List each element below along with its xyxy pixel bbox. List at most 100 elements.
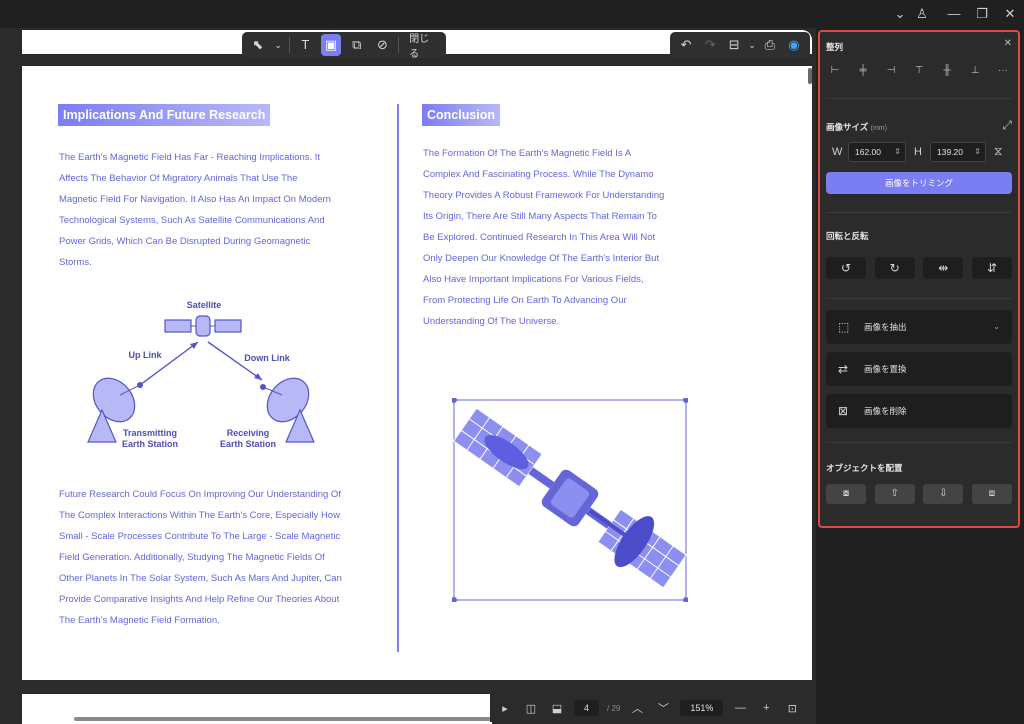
rotate-right-icon[interactable]: ↻ [874, 257, 915, 279]
extract-image-button[interactable]: ⬚ 画像を抽出 ⌄ [826, 310, 1012, 344]
width-input[interactable]: 162.00 ⇕ [848, 142, 906, 162]
expand-icon[interactable]: ⤢ [1002, 118, 1012, 133]
send-backward-icon[interactable]: ⇩ [923, 484, 964, 504]
action-toolbar: ↶ ↷ ⊟ ⌄ ⎙ ◉ [670, 32, 810, 58]
redo-icon[interactable]: ↷ [700, 34, 720, 56]
link-tool-icon[interactable]: ⊘ [373, 34, 393, 56]
edit-toolbar: ⬉ ⌄ T ▣ ⧉ ⊘ 閉じる [242, 30, 446, 60]
text-tool-icon[interactable]: T [296, 34, 316, 56]
prev-page-icon[interactable]: ︿ [628, 700, 646, 716]
text-line: Future Research Could Focus On Improving… [59, 489, 341, 500]
image-size-label: 画像サイズ [826, 122, 869, 132]
arrange-buttons: ⧇ ⇧ ⇩ ⧈ [826, 484, 1012, 504]
bring-forward-icon[interactable]: ⇧ [874, 484, 915, 504]
right-paragraph: The Formation Of The Earth's Magnetic Fi… [423, 143, 664, 332]
toolbar-divider [398, 37, 400, 53]
zoom-level[interactable]: 151% [680, 700, 724, 716]
uplink-label: Up Link [128, 350, 162, 360]
align-middle-icon[interactable]: ╫ [938, 65, 956, 81]
trim-image-button[interactable]: 画像をトリミング [826, 172, 1012, 194]
print-icon[interactable]: ⎙ [760, 34, 780, 56]
text-line: Its Origin, There Are Still Many Aspects… [423, 211, 657, 222]
downlink-label: Down Link [244, 353, 290, 363]
send-to-back-icon[interactable]: ⧈ [971, 484, 1012, 504]
height-stepper-icon[interactable]: ⇕ [974, 143, 981, 161]
ai-assistant-icon[interactable]: ◉ [784, 34, 804, 56]
align-right-icon[interactable]: ⊣ [882, 65, 900, 81]
replace-image-button[interactable]: ⇄ 画像を置換 [826, 352, 1012, 386]
rotate-title: 回転と反転 [826, 231, 869, 241]
close-panel-icon[interactable]: ✕ [1004, 38, 1012, 49]
width-label: W [832, 146, 843, 158]
fit-page-icon[interactable]: ⊡ [783, 702, 801, 715]
zoom-out-icon[interactable]: — [731, 702, 749, 714]
image-tool-icon[interactable]: ▣ [321, 34, 341, 56]
toolbar-divider [288, 37, 290, 53]
delete-image-button[interactable]: ⊠ 画像を削除 [826, 394, 1012, 428]
select-tool-icon[interactable]: ⬉ [248, 34, 268, 56]
flip-vertical-icon[interactable]: ⇵ [971, 257, 1012, 279]
play-icon[interactable]: ▸ [496, 702, 514, 715]
horizontal-scrollbar[interactable] [74, 717, 514, 721]
width-stepper-icon[interactable]: ⇕ [894, 143, 901, 161]
replace-image-label: 画像を置換 [864, 364, 907, 374]
align-left-icon[interactable]: ⊢ [826, 65, 844, 81]
left-paragraph-1: The Earth's Magnetic Field Has Far - Rea… [59, 147, 331, 273]
status-bar: ▸ ◫ ⬓ 4 / 29 ︿ ﹀ 151% — + ⊡ [490, 694, 816, 722]
left-heading: Implications And Future Research [58, 104, 271, 126]
app-window: ⌄ ♙ — ❐ ✕ ⬉ ⌄ T ▣ ⧉ ⊘ 閉じる ↶ ↷ ⊟ ⌄ ⎙ ◉ Im… [0, 0, 1024, 724]
height-label: H [914, 146, 922, 158]
align-buttons: ⊢ ╪ ⊣ ⊤ ╫ ⊥ ··· [826, 65, 1012, 81]
extract-image-label: 画像を抽出 [864, 322, 907, 332]
text-line: Field Generation. Additionally, Studying… [59, 552, 325, 563]
rotate-left-icon[interactable]: ↺ [826, 257, 866, 279]
minimize-button[interactable]: — [944, 4, 964, 24]
column-divider [397, 104, 399, 652]
vertical-scrollbar[interactable] [808, 68, 812, 84]
close-edit-button[interactable]: 閉じる [405, 30, 440, 60]
flip-horizontal-icon[interactable]: ⇹ [923, 257, 964, 279]
extract-image-icon: ⬚ [838, 320, 850, 334]
text-line: Theory Provides A Robust Framework For U… [423, 190, 665, 201]
section-divider [826, 212, 1012, 213]
page-number-input[interactable]: 4 [574, 700, 600, 716]
align-center-icon[interactable]: ╪ [854, 65, 872, 81]
transmitting-station-label: Transmitting Earth Station [121, 428, 178, 449]
account-icon[interactable]: ♙ [912, 4, 932, 24]
delete-image-label: 画像を削除 [864, 406, 907, 416]
undo-icon[interactable]: ↶ [676, 34, 696, 56]
section-divider [826, 442, 1012, 443]
select-dropdown-icon[interactable]: ⌄ [274, 34, 283, 56]
receiving-station-label: Receiving Earth Station [219, 428, 276, 449]
text-line: Be Explored. Continued Research In This … [423, 232, 656, 243]
present-icon[interactable]: ⬓ [548, 702, 566, 715]
chevron-down-icon[interactable]: ⌄ [890, 4, 910, 24]
more-align-icon[interactable]: ··· [994, 65, 1012, 81]
restore-button[interactable]: ❐ [972, 4, 992, 24]
lock-ratio-icon[interactable]: ⧖ [994, 144, 1002, 159]
close-button[interactable]: ✕ [1000, 4, 1020, 24]
align-bottom-icon[interactable]: ⊥ [966, 65, 984, 81]
height-input[interactable]: 139.20 ⇕ [930, 142, 986, 162]
crop-tool-icon[interactable]: ⧉ [347, 34, 367, 56]
selected-satellite-image[interactable] [451, 397, 689, 603]
text-line: The Earth's Magnetic Field Formation. [59, 615, 220, 626]
section-divider [826, 298, 1012, 299]
chevron-down-icon[interactable]: ⌄ [993, 310, 1000, 344]
text-line: Understanding Of The Universe. [423, 316, 560, 327]
delete-image-icon: ⊠ [838, 404, 849, 418]
zoom-in-icon[interactable]: + [757, 702, 775, 714]
satellite-illustration [451, 397, 689, 603]
text-line: Other Planets In The Solar System, Such … [59, 573, 342, 584]
text-line: Complex And Fascinating Process. While T… [423, 169, 654, 180]
save-icon[interactable]: ⊟ [724, 34, 744, 56]
align-top-icon[interactable]: ⊤ [910, 65, 928, 81]
arrange-title: オブジェクトを配置 [826, 463, 903, 473]
bring-to-front-icon[interactable]: ⧇ [826, 484, 866, 504]
save-dropdown-icon[interactable]: ⌄ [748, 34, 756, 56]
title-bar: ⌄ ♙ — ❐ ✕ [0, 0, 1024, 28]
next-page-icon[interactable]: ﹀ [654, 700, 672, 716]
page-layout-icon[interactable]: ◫ [522, 702, 540, 715]
text-line: Technological Systems, Such As Satellite… [59, 215, 325, 226]
text-line: From Protecting Life On Earth To Advanci… [423, 295, 627, 306]
